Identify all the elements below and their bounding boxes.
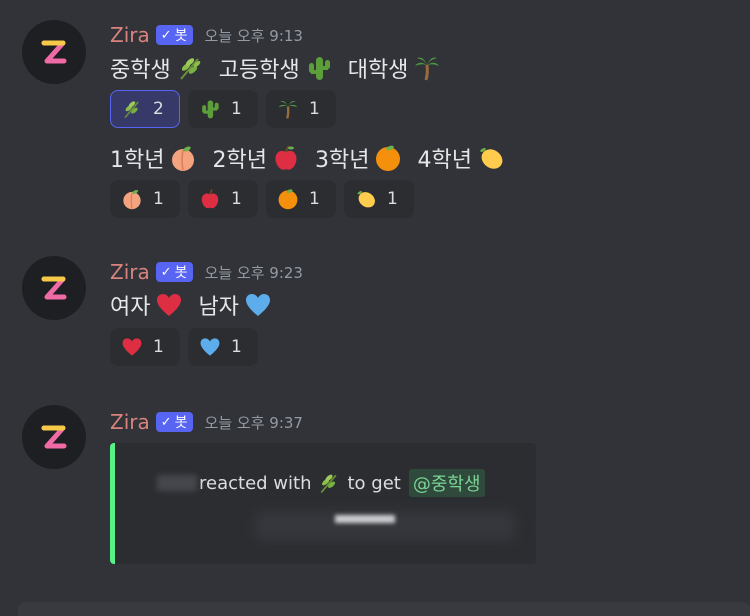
reaction-count: 1	[387, 189, 398, 209]
message-header: Zira ✓ 봇 오늘 오후 9:37	[110, 408, 303, 436]
username[interactable]: Zira	[110, 23, 150, 47]
orange-icon	[278, 189, 298, 210]
embed-description: reacted with to get @중학생	[157, 469, 485, 497]
reaction-peach[interactable]: 1	[110, 180, 180, 218]
palm-tree-icon	[412, 53, 442, 83]
herb-icon	[175, 53, 205, 83]
bot-tag-label: 봇	[174, 265, 188, 281]
reaction-bar: 1 1 1 1	[110, 180, 414, 218]
bot-tag-label: 봇	[174, 28, 188, 44]
red-heart-icon	[122, 338, 142, 356]
message-header: Zira ✓ 봇 오늘 오후 9:13	[110, 21, 303, 49]
reaction-cactus[interactable]: 1	[188, 90, 258, 128]
timestamp: 오늘 오후 9:13	[204, 26, 303, 45]
message-text: 4학년	[417, 148, 472, 173]
message-text: 2학년	[212, 148, 267, 173]
message-text: 남자	[198, 295, 239, 320]
reaction-bar: 1 1	[110, 328, 258, 366]
embed: reacted with to get @중학생	[110, 443, 536, 564]
blue-heart-icon	[243, 290, 273, 320]
username[interactable]: Zira	[110, 410, 150, 434]
check-icon: ✓	[160, 264, 172, 280]
avatar[interactable]	[22, 405, 86, 469]
reaction-count: 1	[309, 189, 320, 209]
reaction-count: 1	[153, 337, 164, 357]
herb-icon	[124, 101, 139, 119]
message-header: Zira ✓ 봇 오늘 오후 9:23	[110, 258, 303, 286]
red-heart-icon	[154, 290, 184, 320]
embed-to-get-text: to get	[347, 472, 401, 494]
reaction-count: 2	[153, 99, 164, 119]
redacted-content	[335, 515, 395, 523]
chat-area: Zira ✓ 봇 오늘 오후 9:13 중학생 고등학생 대학생 2 1 1 1…	[0, 0, 750, 616]
reaction-count: 1	[153, 189, 164, 209]
reaction-herb[interactable]: 2	[110, 90, 180, 128]
cactus-icon	[202, 100, 219, 119]
herb-icon	[321, 474, 337, 493]
peach-icon	[168, 143, 198, 173]
reaction-bar: 2 1 1	[110, 90, 336, 128]
message-line: 여자 남자	[110, 289, 287, 321]
zira-logo-icon	[41, 276, 67, 300]
message-line: 중학생 고등학생 대학생	[110, 52, 456, 84]
message-text: 중학생	[110, 58, 171, 83]
reaction-count: 1	[231, 337, 242, 357]
timestamp: 오늘 오후 9:37	[204, 413, 303, 432]
reaction-apple[interactable]: 1	[188, 180, 258, 218]
message-text: 1학년	[110, 148, 165, 173]
bot-tag: ✓ 봇	[155, 25, 193, 45]
embed-reacted-text: reacted with	[199, 472, 312, 494]
role-mention[interactable]: @중학생	[408, 469, 485, 497]
message-text: 고등학생	[218, 58, 300, 83]
blue-heart-icon	[200, 338, 220, 356]
redacted-username	[157, 475, 197, 491]
avatar[interactable]	[22, 20, 86, 84]
cactus-icon	[304, 53, 334, 83]
lemon-icon	[357, 191, 375, 208]
reaction-count: 1	[231, 99, 242, 119]
check-icon: ✓	[160, 27, 172, 43]
bot-tag: ✓ 봇	[155, 412, 193, 432]
avatar[interactable]	[22, 256, 86, 320]
bot-tag: ✓ 봇	[155, 262, 193, 282]
reaction-palm-tree[interactable]: 1	[266, 90, 336, 128]
bot-tag-label: 봇	[174, 415, 188, 431]
message-text: 여자	[110, 295, 151, 320]
orange-icon	[373, 143, 403, 173]
check-icon: ✓	[160, 414, 172, 430]
apple-icon	[201, 189, 219, 209]
reaction-lemon[interactable]: 1	[344, 180, 414, 218]
message-input-bar[interactable]	[18, 602, 750, 616]
apple-icon	[271, 143, 301, 173]
reaction-orange[interactable]: 1	[266, 180, 336, 218]
username[interactable]: Zira	[110, 260, 150, 284]
zira-logo-icon	[41, 425, 67, 449]
timestamp: 오늘 오후 9:23	[204, 263, 303, 282]
reaction-count: 1	[231, 189, 242, 209]
peach-icon	[123, 189, 141, 210]
reaction-red-heart[interactable]: 1	[110, 328, 180, 366]
message-text: 3학년	[314, 148, 370, 173]
message-line: 1학년 2학년 3학년 4학년	[110, 142, 520, 174]
palm-tree-icon	[278, 100, 298, 119]
message-text: 대학생	[347, 58, 409, 83]
reaction-count: 1	[309, 99, 320, 119]
reaction-blue-heart[interactable]: 1	[188, 328, 258, 366]
lemon-icon	[476, 143, 506, 173]
zira-logo-icon	[41, 40, 67, 64]
